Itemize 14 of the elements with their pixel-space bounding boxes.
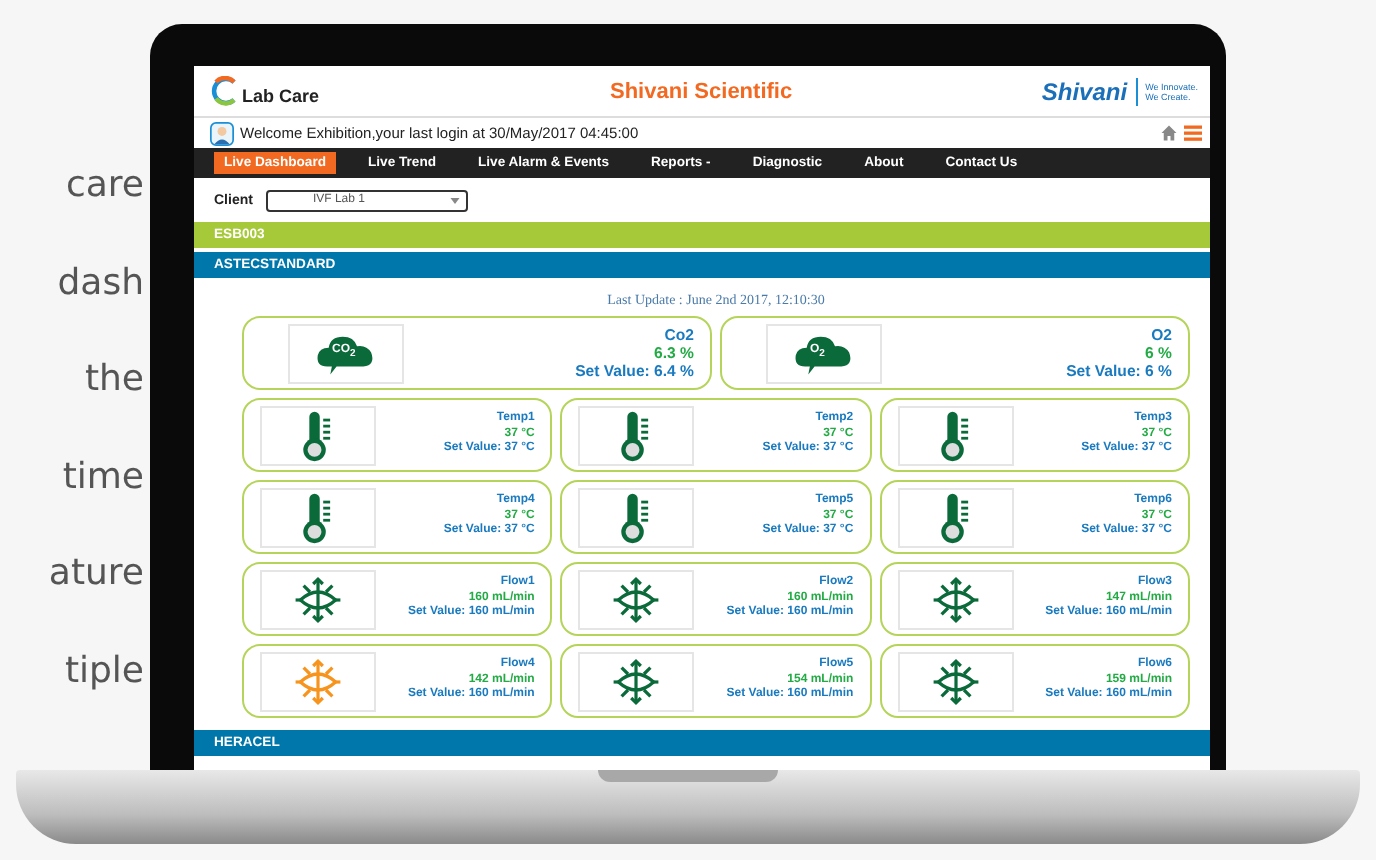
logo-text: Lab Care bbox=[242, 85, 320, 105]
marketing-text: ature bbox=[48, 552, 144, 596]
marketing-text: dash bbox=[57, 261, 144, 305]
logo-icon bbox=[210, 76, 240, 106]
app-title: Shivani Scientific bbox=[610, 79, 795, 103]
marketing-text: time bbox=[62, 455, 144, 499]
marketing-text: the bbox=[84, 358, 144, 402]
marketing-text: care bbox=[65, 164, 144, 208]
menu-icon[interactable] bbox=[1184, 124, 1202, 142]
marketing-text: tiple bbox=[64, 649, 144, 693]
brand-logo-text: Shivani bbox=[1041, 77, 1128, 105]
user-avatar-icon bbox=[210, 121, 234, 145]
home-icon[interactable] bbox=[1160, 124, 1178, 142]
caret-icon bbox=[450, 197, 461, 203]
